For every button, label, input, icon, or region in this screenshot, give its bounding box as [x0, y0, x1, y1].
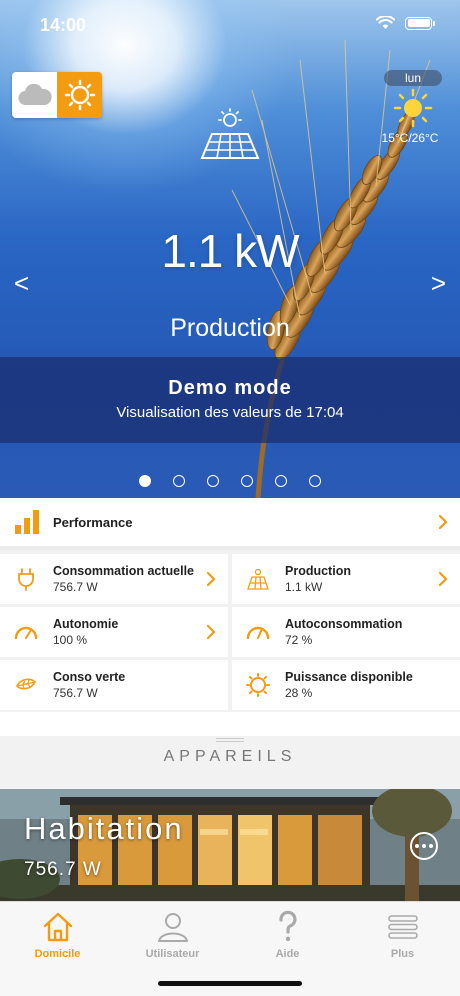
device-card-habitation[interactable]: Habitation 756.7 W [0, 789, 460, 901]
weather-mode-toggle[interactable] [12, 72, 102, 118]
page-dot[interactable] [275, 475, 287, 487]
wifi-icon [376, 16, 395, 29]
chevron-right-icon [206, 624, 216, 640]
performance-label: Performance [53, 514, 133, 530]
menu-icon [387, 915, 418, 939]
status-icons [376, 16, 435, 30]
cloud-icon [18, 84, 52, 106]
plug-icon [18, 568, 34, 591]
tile-value: 756.7 W [53, 686, 98, 700]
home-indicator [158, 981, 302, 986]
solar-panel-icon [200, 108, 260, 159]
device-value: 756.7 W [24, 859, 102, 880]
chevron-right-icon [438, 571, 448, 587]
demo-mode-banner: Demo mode Visualisation des valeurs de 1… [0, 357, 460, 443]
tile-value: 28 % [285, 686, 313, 700]
weather-day: lun [384, 70, 442, 86]
previous-arrow-button[interactable]: < [14, 268, 29, 299]
solar-panel-icon [247, 568, 269, 590]
tab-utilisateur[interactable]: Utilisateur [115, 910, 230, 960]
page-dot[interactable] [309, 475, 321, 487]
gauge-icon [246, 626, 270, 640]
gauge-icon [14, 626, 38, 640]
tile-title: Conso verte [53, 670, 126, 684]
tile-consommation-actuelle[interactable]: Consommation actuelle 756.7 W [0, 554, 228, 604]
status-time: 14:00 [40, 15, 87, 35]
performance-row[interactable]: Performance [0, 498, 460, 550]
tab-label: Utilisateur [145, 948, 200, 960]
chevron-right-icon [206, 571, 216, 587]
tab-plus[interactable]: Plus [345, 910, 460, 960]
home-icon [43, 912, 72, 942]
sun-icon [64, 79, 95, 111]
tile-value: 100 % [53, 633, 88, 647]
tab-label: Aide [275, 948, 300, 960]
tile-title: Autonomie [53, 617, 119, 631]
metrics-grid: Consommation actuelle 756.7 W Production… [0, 554, 460, 713]
sunny-option[interactable] [57, 72, 102, 118]
power-value: 1.1 kW [161, 225, 299, 277]
tile-autonomie[interactable]: Autonomie 100 % [0, 607, 228, 657]
sun-icon [393, 88, 433, 128]
device-name: Habitation [24, 811, 184, 846]
tile-conso-verte: Conso verte 756.7 W [0, 660, 228, 710]
bar-chart-icon [15, 510, 39, 534]
tile-puissance-disponible: Puissance disponible 28 % [232, 660, 460, 710]
page-dot[interactable] [207, 475, 219, 487]
tile-value: 1.1 kW [285, 580, 323, 594]
tab-domicile[interactable]: Domicile [0, 910, 115, 960]
tile-title: Consommation actuelle [53, 564, 194, 578]
status-bar: 14:00 [0, 0, 460, 48]
section-spacer [0, 712, 460, 736]
tile-title: Puissance disponible [285, 670, 413, 684]
tile-autoconsommation: Autoconsommation 72 % [232, 607, 460, 657]
ellipsis-dot [422, 844, 426, 848]
drag-handle[interactable] [216, 738, 244, 742]
page-dot[interactable] [173, 475, 185, 487]
next-arrow-button[interactable]: > [431, 268, 446, 299]
tile-production[interactable]: Production 1.1 kW [232, 554, 460, 604]
tab-label: Domicile [34, 948, 81, 960]
page-dot[interactable] [139, 475, 151, 487]
tile-title: Autoconsommation [285, 617, 403, 631]
section-title: APPAREILS [163, 748, 297, 765]
more-options-button[interactable] [410, 832, 438, 860]
tab-aide[interactable]: Aide [230, 910, 345, 960]
tile-title: Production [285, 564, 351, 578]
ellipsis-icon [415, 844, 419, 848]
leaf-icon [16, 678, 36, 690]
power-label: Production [170, 314, 290, 342]
demo-mode-title: Demo mode [168, 377, 292, 399]
hero-banner: 14:00 lun 15°C/26°C 1.1 kW < > Productio… [0, 0, 460, 498]
tile-value: 756.7 W [53, 580, 98, 594]
sun-icon [246, 673, 270, 697]
chevron-right-icon [438, 514, 448, 530]
page-dot[interactable] [241, 475, 253, 487]
demo-mode-subtitle: Visualisation des valeurs de 17:04 [116, 404, 344, 421]
user-icon [157, 913, 188, 942]
tab-label: Plus [390, 948, 415, 960]
ellipsis-dot [429, 844, 433, 848]
weather-temperature: 15°C/26°C [381, 131, 439, 145]
page-indicator[interactable] [0, 475, 460, 487]
cloudy-option[interactable] [12, 72, 57, 118]
weather-forecast: lun 15°C/26°C [382, 70, 444, 145]
help-icon [278, 910, 297, 942]
tile-value: 72 % [285, 633, 313, 647]
battery-icon [405, 16, 435, 30]
